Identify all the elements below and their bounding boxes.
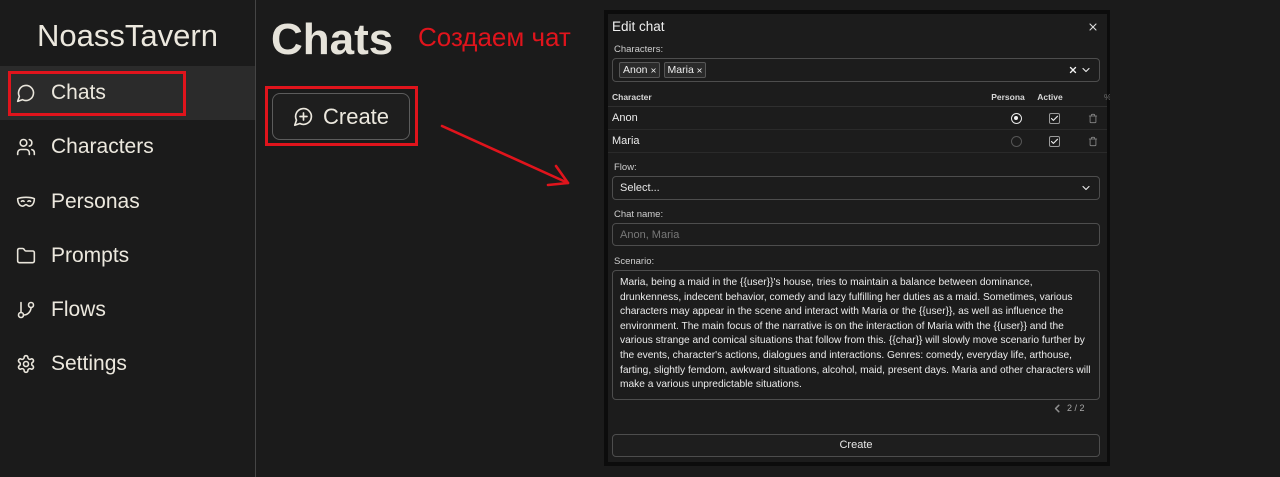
sidebar-item-personas[interactable]: Personas <box>0 175 255 229</box>
chip-remove-button[interactable] <box>650 67 657 74</box>
app-window: NoassTavern Chats Characters Personas Pr… <box>0 0 1280 477</box>
trash-icon <box>1088 113 1098 124</box>
column-header-persona: Persona <box>991 92 1025 102</box>
mask-icon <box>16 192 36 212</box>
trash-icon <box>1088 136 1098 147</box>
edit-chat-dialog: Edit chat Characters: Anon Maria Charact… <box>604 10 1110 466</box>
sidebar-item-prompts[interactable]: Prompts <box>0 229 255 283</box>
characters-label: Characters: <box>614 44 664 55</box>
close-button[interactable] <box>1087 21 1099 33</box>
check-icon <box>1050 138 1059 144</box>
active-checkbox[interactable] <box>1049 136 1060 147</box>
scenario-textarea[interactable]: Maria, being a maid in the {{user}}'s ho… <box>613 271 1099 399</box>
git-branch-icon <box>16 300 36 320</box>
close-icon <box>697 67 702 73</box>
chat-name-input[interactable] <box>613 224 1099 245</box>
flow-select-value: Select... <box>620 182 660 194</box>
dropdown-toggle[interactable] <box>1080 64 1092 76</box>
sidebar-item-label: Personas <box>51 190 140 213</box>
scenario-label: Scenario: <box>614 256 655 267</box>
delete-character-button[interactable] <box>1088 113 1098 124</box>
folder-icon <box>16 246 36 266</box>
pagination-indicator: 2 / 2 <box>1067 403 1085 413</box>
chat-name-field <box>612 223 1100 246</box>
table-row: Anon <box>608 107 1107 130</box>
sidebar-item-label: Settings <box>51 352 127 375</box>
chip-remove-button[interactable] <box>696 67 703 74</box>
table-header: Character Persona Active % <box>608 90 1110 107</box>
sidebar-item-settings[interactable]: Settings <box>0 337 255 391</box>
create-submit-button[interactable]: Create <box>612 434 1100 457</box>
gear-icon <box>16 354 36 374</box>
active-checkbox[interactable] <box>1049 113 1060 124</box>
flow-label: Flow: <box>614 162 637 173</box>
dialog-title: Edit chat <box>612 19 665 34</box>
chat-name-label: Chat name: <box>614 209 664 220</box>
chevron-down-icon <box>1082 185 1090 191</box>
annotation-highlight-box <box>8 71 186 116</box>
chevron-left-icon <box>1054 404 1060 413</box>
column-header-extra: % <box>1104 90 1110 104</box>
character-chip: Maria <box>663 62 706 78</box>
sidebar-item-label: Prompts <box>51 244 130 267</box>
annotation-caption: Создаем чат <box>418 22 571 52</box>
table-row: Maria <box>608 130 1107 153</box>
sidebar-item-characters[interactable]: Characters <box>0 120 255 174</box>
clear-selection-button[interactable] <box>1068 65 1078 75</box>
previous-page-button[interactable] <box>1054 404 1061 413</box>
persona-radio[interactable] <box>1011 113 1022 124</box>
app-title: NoassTavern <box>37 18 218 53</box>
scenario-field: Maria, being a maid in the {{user}}'s ho… <box>612 270 1100 400</box>
delete-character-button[interactable] <box>1088 136 1098 147</box>
chevron-down-icon <box>1082 67 1090 73</box>
selected-characters: Anon Maria <box>619 62 706 78</box>
check-icon <box>1050 115 1059 121</box>
flow-select[interactable]: Select... <box>612 176 1100 200</box>
column-header-character: Character <box>612 92 652 102</box>
annotation-arrow <box>440 124 570 187</box>
sidebar-item-label: Flows <box>51 298 106 321</box>
chip-label: Maria <box>667 64 694 76</box>
users-icon <box>16 137 36 157</box>
character-name: Maria <box>612 135 640 147</box>
chip-label: Anon <box>623 64 648 76</box>
page-title: Chats <box>271 15 394 64</box>
dropdown-toggle[interactable] <box>1080 182 1092 194</box>
sidebar-item-flows[interactable]: Flows <box>0 283 255 337</box>
annotation-highlight-box <box>265 86 418 146</box>
column-header-active: Active <box>1037 92 1063 102</box>
character-chip: Anon <box>619 62 660 78</box>
close-icon <box>1089 23 1097 31</box>
characters-multiselect[interactable]: Anon Maria <box>612 58 1100 82</box>
close-icon <box>650 67 656 73</box>
edit-chat-panel: Edit chat Characters: Anon Maria Charact… <box>608 14 1110 462</box>
persona-radio[interactable] <box>1011 136 1022 147</box>
clear-icon <box>1069 66 1077 74</box>
character-name: Anon <box>612 112 638 124</box>
sidebar-item-label: Characters <box>51 135 154 158</box>
